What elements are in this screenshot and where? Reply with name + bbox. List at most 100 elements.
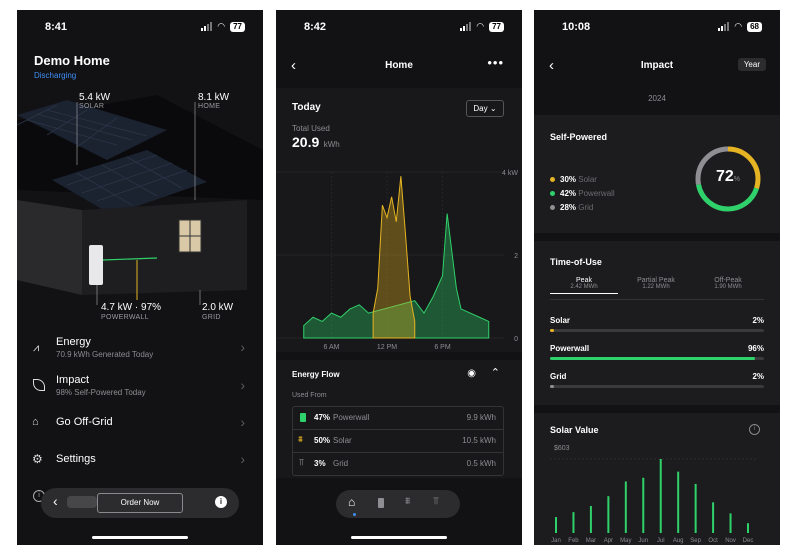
tou-bar-fill [550, 329, 555, 332]
status-time: 8:42 [304, 21, 327, 33]
source-pct: 50% [314, 436, 331, 445]
wifi-icon: ◠ [217, 21, 226, 31]
solar-value-bar [589, 506, 592, 533]
battery-icon: 77 [489, 21, 504, 32]
leaf-icon [33, 379, 45, 391]
signal-icon [201, 22, 213, 31]
total-unit: kWh [323, 140, 340, 149]
legend-grid: 28% Grid [550, 201, 615, 215]
more-options-icon[interactable]: ••• [487, 55, 504, 70]
total-label: Total Used [292, 124, 330, 133]
status-bar: 10:08 ◠ 68 [534, 10, 780, 40]
signal-icon [718, 22, 730, 31]
source-row-powerwall: 47% Powerwall 9.9 kWh [293, 407, 503, 430]
solar-value-bar [572, 512, 575, 533]
tou-row-name: Grid [550, 372, 567, 381]
home-indicator [92, 536, 188, 539]
tou-row-grid: Grid 2% [534, 372, 780, 392]
tou-bar-fill [550, 357, 756, 360]
menu-item-energy[interactable]: ⩘ Energy 70.9 kWh Generated Today › [17, 335, 263, 369]
menu-item-subtitle: 98% Self-Powered Today [56, 388, 146, 397]
tou-tab-value: 1.90 MWh [714, 284, 742, 290]
solar-value-bar [624, 481, 627, 533]
tou-divider [550, 299, 764, 300]
energy-flow-card: Energy Flow ◉ ⌃ Used From 47% Powerwall … [276, 360, 522, 478]
month-label: Jun [638, 538, 648, 544]
period-title: Today [292, 102, 321, 113]
period-select-label: Day [473, 104, 488, 113]
total-used: 20.9 kWh [292, 134, 340, 152]
screen-home-overview: 8:41 ◠ 77 Demo Home Discharging 5.4 kW S… [17, 10, 263, 545]
gear-icon: ⚙ [32, 452, 43, 466]
grid-power-label: GRID [202, 314, 221, 321]
tab-powerwall-icon[interactable] [378, 498, 384, 508]
used-from-label: Used From [292, 392, 327, 399]
solar-area [372, 176, 416, 339]
source-name: Grid [333, 459, 349, 468]
time-of-use-card: Time-of-Use Peak 2.42 MWh Partial Peak 1… [534, 241, 780, 405]
legend-name: Grid [578, 203, 594, 212]
menu-item-title: Settings [56, 453, 96, 465]
page-title: Home [385, 60, 413, 71]
month-label: Jul [657, 538, 665, 544]
month-label: Apr [604, 538, 613, 544]
tou-row-solar: Solar 2% [534, 316, 780, 336]
tou-tab-off-peak[interactable]: Off-Peak 1.90 MWh [694, 277, 762, 293]
menu-item-go-off-grid[interactable]: ⌂ Go Off-Grid › [17, 413, 263, 439]
year-label: 2024 [648, 94, 666, 103]
source-value: 9.9 kWh [466, 413, 496, 422]
period-select[interactable]: Day ⌄ [466, 100, 504, 117]
tou-row-powerwall: Powerwall 96% [534, 344, 780, 364]
solar-value-card: Solar Value i $603 Jan Feb Mar Apr May Jun Jul… [534, 413, 780, 545]
source-pct: 3% [314, 459, 326, 468]
eye-icon[interactable]: ◉ [467, 368, 476, 379]
period-year-button[interactable]: Year [737, 58, 766, 71]
tou-bar-track [550, 329, 764, 332]
month-label: Nov [725, 538, 736, 544]
off-grid-house-icon: ⌂ [32, 416, 39, 428]
x-tick-label: 12 PM [377, 344, 397, 351]
solar-value-bar [677, 471, 680, 533]
back-chevron-icon[interactable]: ‹ [53, 493, 58, 509]
site-name: Demo Home [34, 53, 110, 68]
menu-item-impact[interactable]: Impact 98% Self-Powered Today › [17, 373, 263, 407]
tab-grid-icon[interactable]: ⫪ [433, 496, 439, 507]
home-power-value: 8.1 kW [198, 92, 230, 103]
tou-tab-peak[interactable]: Peak 2.42 MWh [550, 277, 618, 294]
signal-icon [460, 22, 472, 31]
daily-usage-chart: 4 kW 2 0 6 AM 12 PM 6 PM [276, 170, 518, 351]
source-row-solar: ⩩ 50% Solar 10.5 kWh [293, 430, 503, 453]
blurred-banner [67, 496, 97, 508]
gauge-readout: 72% [692, 168, 764, 186]
legend-dot [550, 177, 555, 182]
tou-bar-track [550, 357, 764, 360]
tab-solar-icon[interactable]: ⩩ [405, 496, 410, 507]
legend-name: Powerwall [578, 189, 615, 198]
tou-row-pct: 2% [752, 372, 764, 381]
screen-impact: 10:08 ◠ 68 ‹ Impact Year 2024 Self-Power… [534, 10, 780, 545]
tab-home-icon[interactable]: ⌂ [348, 495, 355, 509]
source-list: 47% Powerwall 9.9 kWh ⩩ 50% Solar 10.5 k… [292, 406, 504, 476]
house-illustration [17, 95, 263, 305]
menu-item-subtitle: 70.9 kWh Generated Today [56, 350, 154, 359]
y-tick-label: 2 [514, 253, 518, 260]
tou-tab-partial-peak[interactable]: Partial Peak 1.22 MWh [622, 277, 690, 293]
chevron-right-icon: › [240, 414, 245, 430]
order-now-button[interactable]: Order Now [97, 493, 183, 513]
tou-row-pct: 2% [752, 316, 764, 325]
info-icon[interactable]: i [749, 424, 760, 435]
source-name: Solar [333, 436, 352, 445]
home-power-label: HOME [198, 103, 221, 110]
x-tick-label: 6 AM [324, 344, 340, 351]
source-value: 10.5 kWh [462, 436, 496, 445]
source-name: Powerwall [333, 413, 370, 422]
chevron-up-icon[interactable]: ⌃ [491, 366, 500, 379]
menu-item-settings[interactable]: ⚙ Settings › [17, 450, 263, 476]
legend-dot [550, 191, 555, 196]
status-time: 8:41 [45, 21, 68, 33]
month-label: Mar [586, 538, 596, 544]
info-icon[interactable]: i [215, 496, 227, 508]
source-value: 0.5 kWh [466, 459, 496, 468]
self-powered-title: Self-Powered [550, 132, 608, 142]
self-powered-card: Self-Powered 30% Solar 42% Powerwall 28%… [534, 115, 780, 233]
